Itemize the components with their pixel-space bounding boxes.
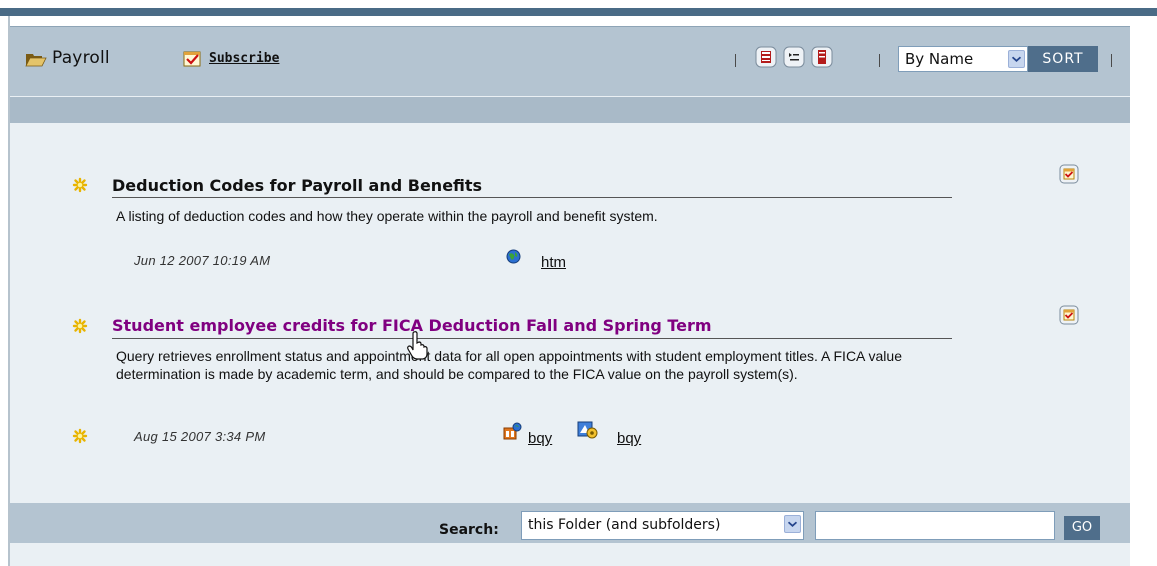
chevron-down-icon[interactable] [784, 515, 801, 533]
bqy-process-icon[interactable] [577, 421, 599, 440]
search-scope-value: this Folder (and subfolders) [528, 517, 721, 533]
toolbar-separator [735, 54, 736, 67]
bqy-icon[interactable] [502, 422, 522, 440]
item-date: Aug 15 2007 3:34 PM [134, 429, 266, 444]
item-title-link[interactable]: Deduction Codes for Payroll and Benefits [112, 176, 482, 195]
folder-title: Payroll [52, 48, 110, 68]
new-item-star-icon [72, 177, 88, 193]
file-link-bqy[interactable]: bqy [528, 430, 552, 447]
folder-open-icon [25, 54, 47, 67]
view-list-icon[interactable] [755, 46, 777, 68]
search-label: Search: [439, 522, 499, 538]
search-scope-select[interactable]: this Folder (and subfolders) [521, 511, 804, 540]
toolbar-separator [1111, 54, 1112, 67]
globe-icon[interactable] [506, 249, 521, 264]
new-item-star-icon [72, 428, 88, 444]
subscribe-icon[interactable] [183, 50, 201, 67]
subscribe-item-icon[interactable] [1059, 164, 1079, 184]
item-divider [112, 338, 952, 339]
subscribe-link[interactable]: Subscribe [209, 51, 279, 66]
view-details-icon[interactable] [783, 46, 805, 68]
sort-by-select[interactable]: By Name [898, 46, 1028, 72]
sort-by-value: By Name [905, 50, 974, 68]
top-stripe [0, 8, 1157, 16]
search-input[interactable] [815, 511, 1055, 540]
subscribe-item-icon[interactable] [1059, 305, 1079, 325]
new-item-star-icon [72, 318, 88, 334]
sort-button[interactable]: SORT [1028, 46, 1098, 72]
view-summary-icon[interactable] [811, 46, 833, 68]
chevron-down-icon[interactable] [1008, 50, 1025, 68]
search-go-button[interactable]: GO [1064, 516, 1100, 540]
header-lower-band [10, 97, 1130, 123]
file-link-htm[interactable]: htm [541, 254, 566, 271]
item-date: Jun 12 2007 10:19 AM [134, 253, 271, 268]
window-top-bar [0, 0, 1157, 16]
item-description: Query retrieves enrollment status and ap… [116, 348, 902, 382]
file-link-bqy[interactable]: bqy [617, 430, 641, 447]
toolbar-separator [879, 54, 880, 67]
hand-cursor-icon [407, 331, 428, 360]
item-description: A listing of deduction codes and how the… [116, 208, 658, 224]
item-divider [112, 197, 952, 198]
